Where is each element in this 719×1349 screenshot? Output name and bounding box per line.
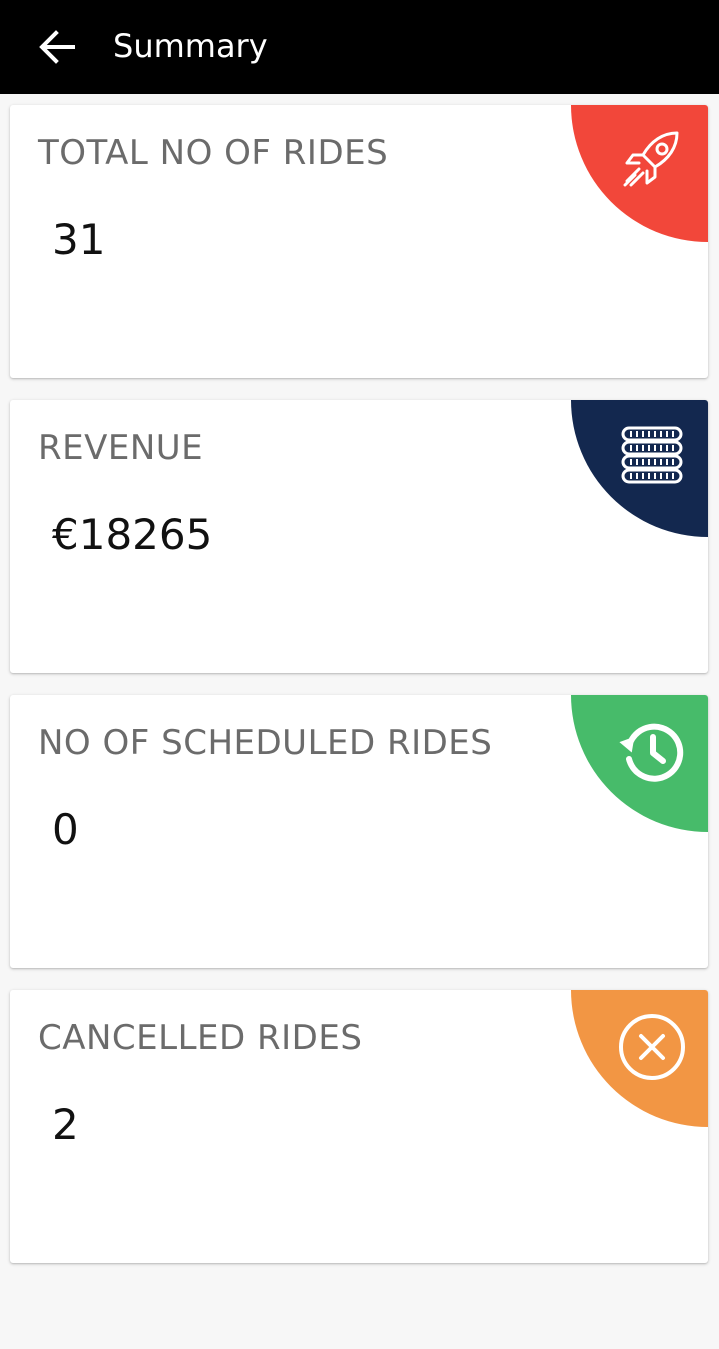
card-label: CANCELLED RIDES [38, 1018, 363, 1058]
card-value: €18265 [52, 510, 213, 559]
history-icon [619, 723, 684, 782]
coins-icon [621, 426, 683, 484]
card-value: 31 [52, 215, 106, 264]
card-total-rides[interactable]: TOTAL NO OF RIDES 31 [10, 105, 708, 378]
card-label: TOTAL NO OF RIDES [38, 133, 389, 173]
card-label: REVENUE [38, 428, 204, 468]
card-label: NO OF SCHEDULED RIDES [38, 723, 493, 763]
cancel-circle-icon [619, 1014, 685, 1080]
card-value: 2 [52, 1100, 79, 1149]
card-value: 0 [52, 805, 79, 854]
card-scheduled-rides[interactable]: NO OF SCHEDULED RIDES 0 [10, 695, 708, 968]
app-bar: Summary [0, 0, 719, 94]
revenue-badge [571, 400, 708, 537]
arrow-left-icon [39, 30, 75, 64]
rides-badge [571, 105, 708, 242]
card-revenue[interactable]: REVENUE €18265 [10, 400, 708, 673]
card-cancelled-rides[interactable]: CANCELLED RIDES 2 [10, 990, 708, 1263]
page-title: Summary [113, 27, 268, 65]
rocket-icon [623, 131, 679, 187]
scheduled-badge [571, 695, 708, 832]
back-button[interactable] [32, 22, 82, 72]
cancelled-badge [571, 990, 708, 1127]
